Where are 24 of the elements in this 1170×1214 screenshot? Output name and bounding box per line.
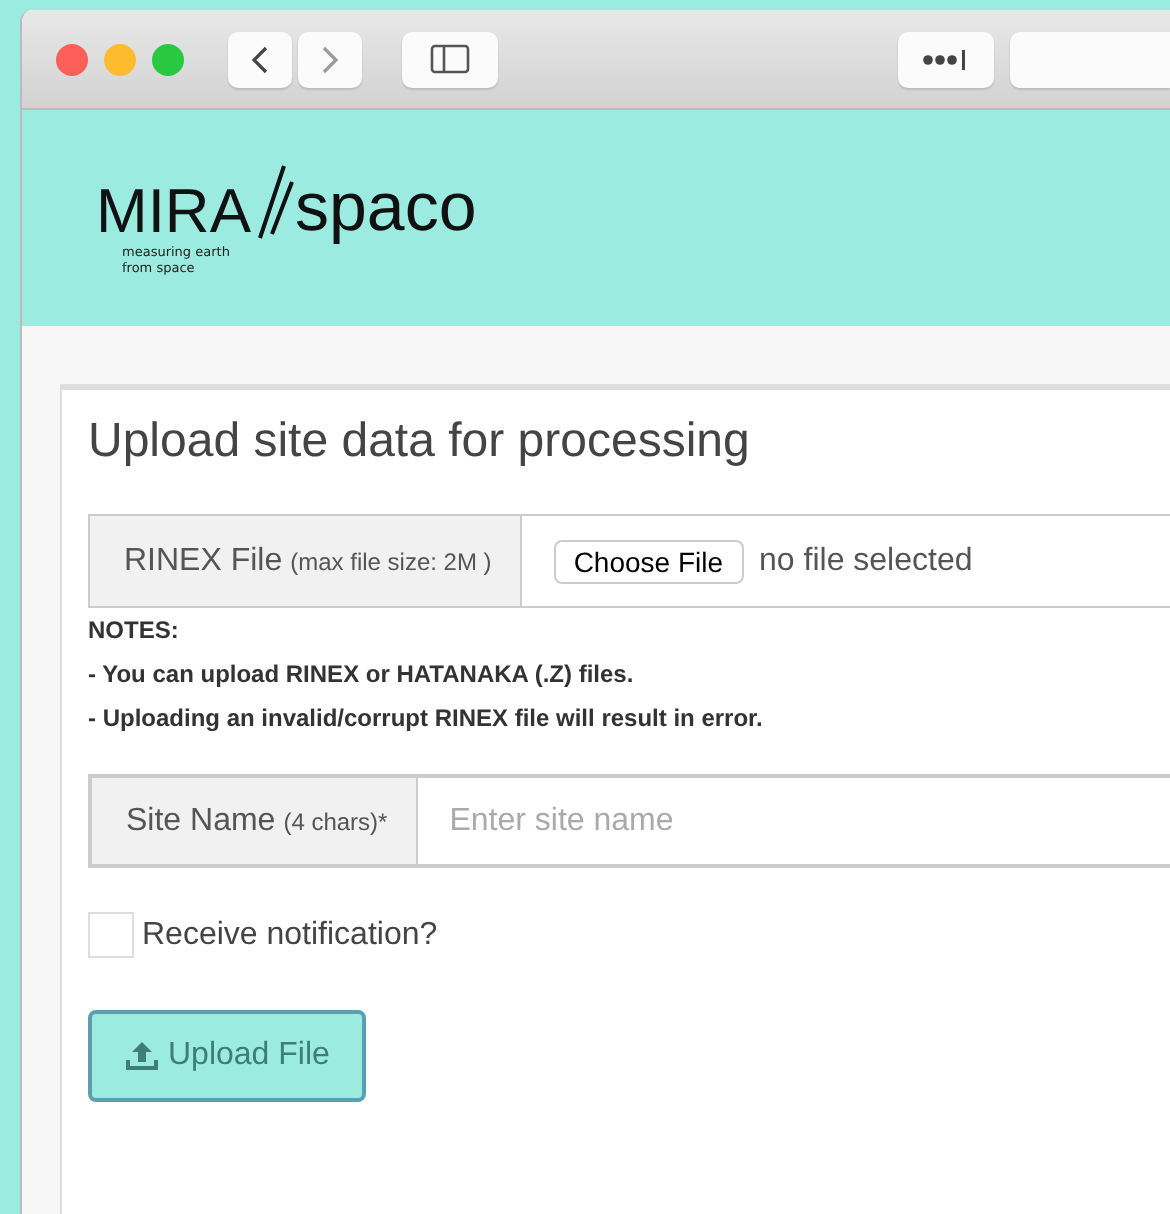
address-bar[interactable] xyxy=(1010,31,1170,87)
note-text: NOTES: xyxy=(88,616,181,644)
zoom-icon[interactable] xyxy=(152,43,184,75)
note-text: - Uploading an invalid/corrupt RINEX file will result in error. xyxy=(88,704,765,732)
upload-icon xyxy=(124,1040,160,1072)
form-title: Upload site data for processing xyxy=(88,414,752,470)
choose-file-button[interactable]: Choose File xyxy=(553,539,744,583)
logo-text: spaco xyxy=(295,173,477,241)
file-status: no file selected xyxy=(759,543,973,579)
checkbox[interactable] xyxy=(88,912,134,958)
chevron-left-icon xyxy=(248,43,272,75)
logo-text: MIRA xyxy=(96,179,251,241)
extensions-button[interactable] xyxy=(898,31,994,87)
chevron-right-icon xyxy=(318,43,342,75)
close-icon[interactable] xyxy=(56,43,88,75)
field-label: Site Name (4 chars)* xyxy=(90,776,416,866)
checkbox-label: Receive notification? xyxy=(142,917,438,953)
minimize-icon[interactable] xyxy=(104,43,136,75)
sidebar-icon xyxy=(430,44,470,74)
note-text: - You can upload RINEX or HATANAKA (.Z) files. xyxy=(88,660,636,688)
field-label: RINEX File (max file size: 2M ) xyxy=(90,516,522,606)
site-name-field[interactable]: Enter site name xyxy=(415,776,1170,866)
back-button[interactable] xyxy=(228,31,292,87)
sidebar-button[interactable] xyxy=(402,31,498,87)
